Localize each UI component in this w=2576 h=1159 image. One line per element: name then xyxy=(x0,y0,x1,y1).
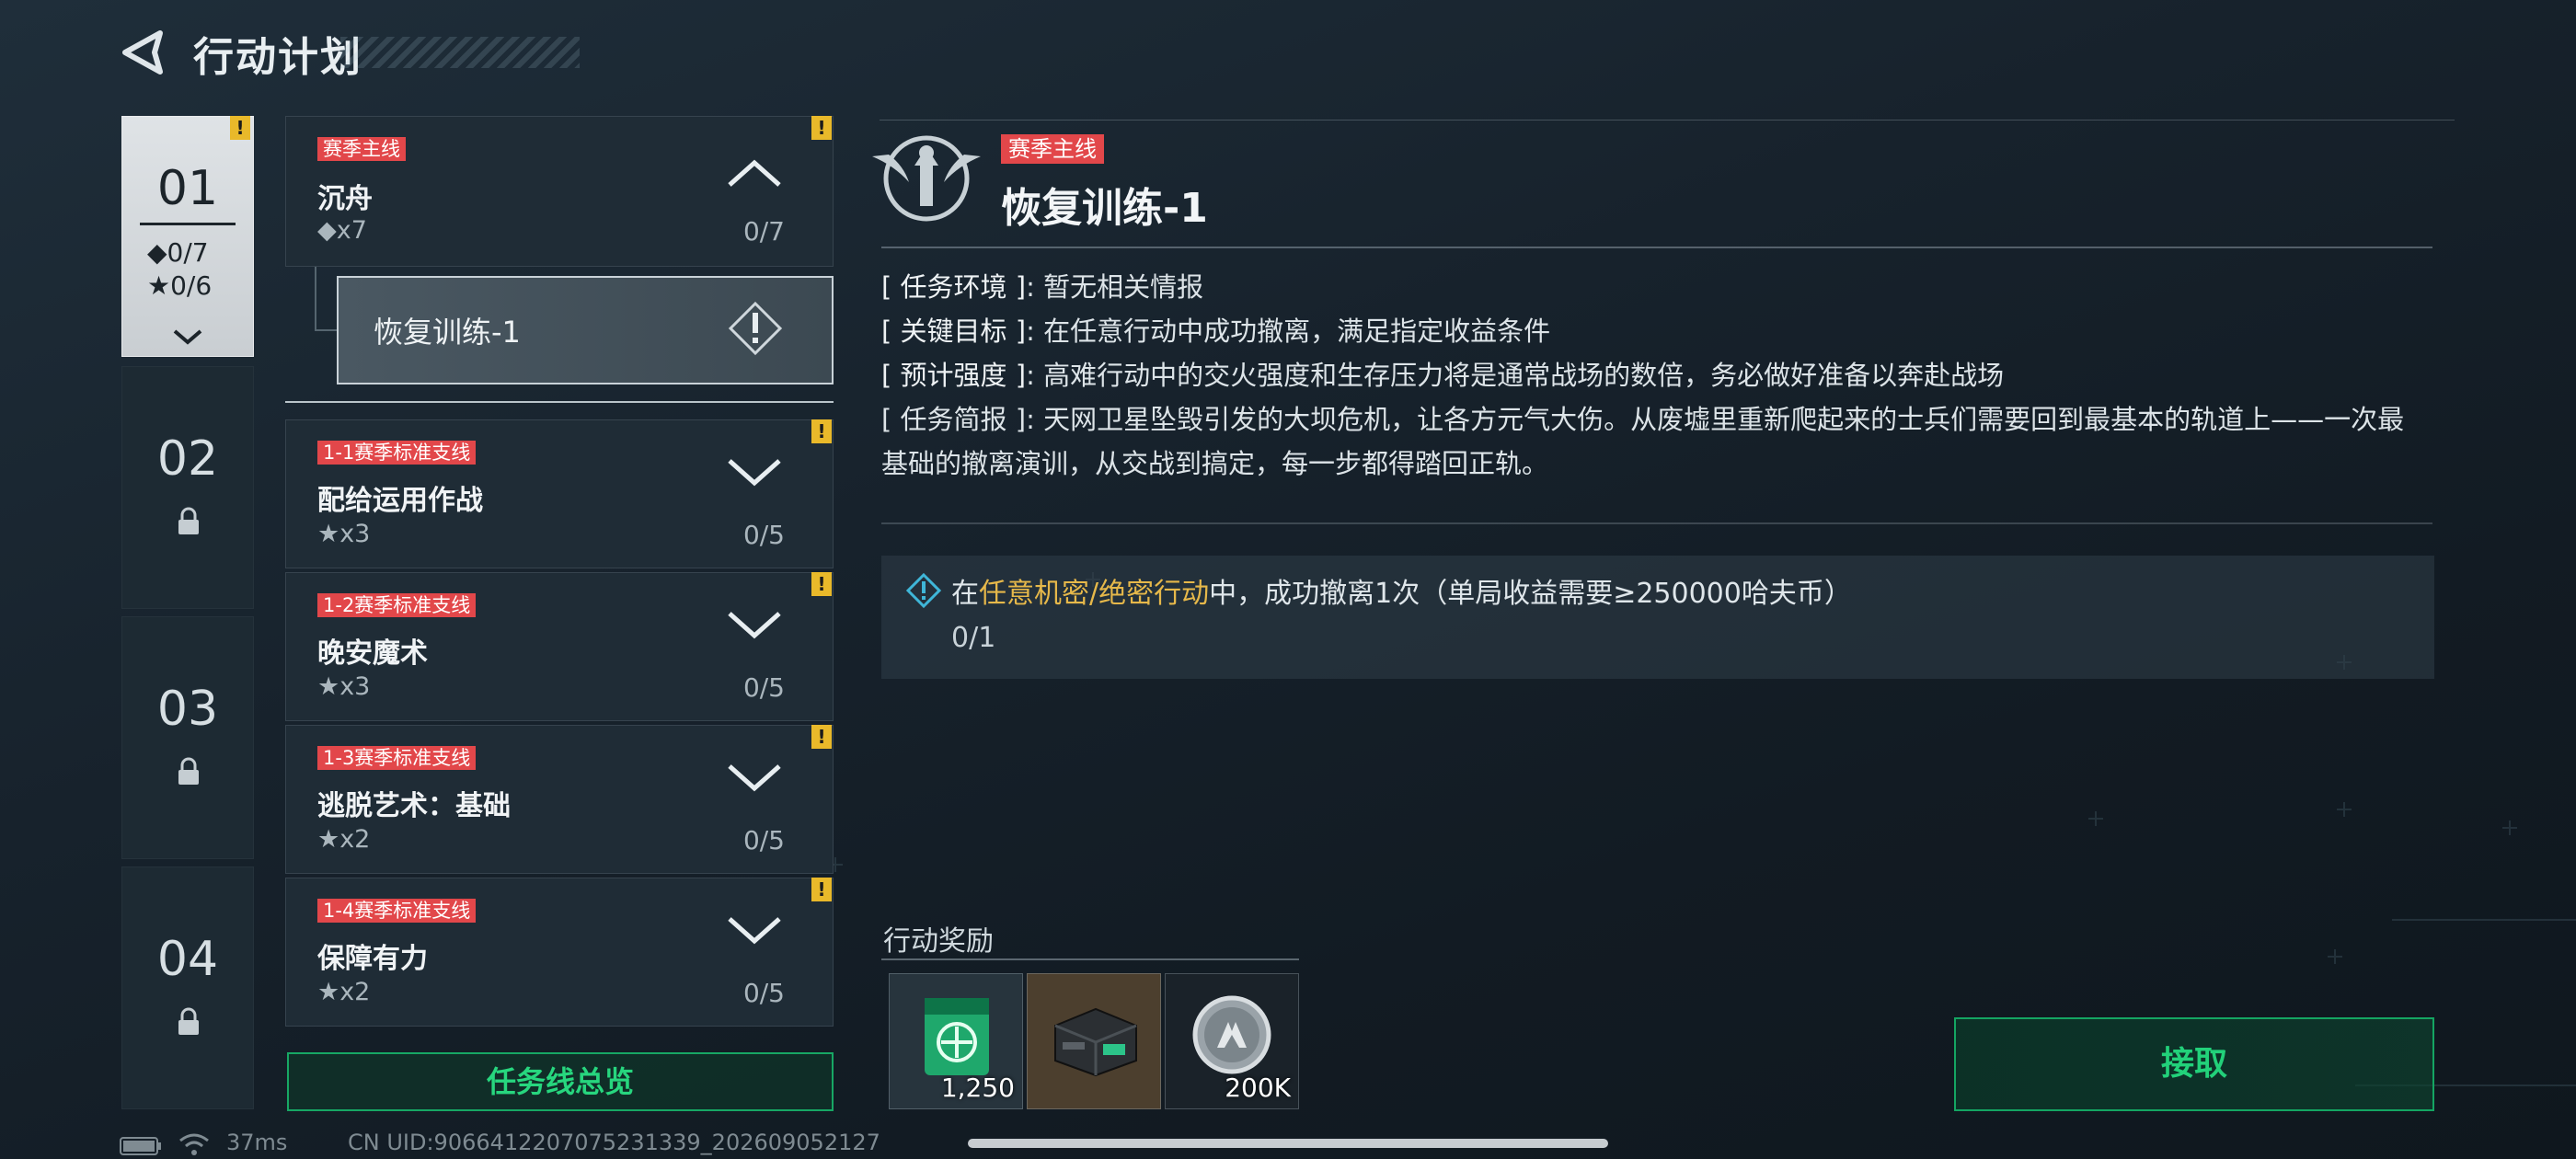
eagle-emblem-icon xyxy=(872,135,981,222)
page-title: 行动计划 xyxy=(193,34,362,81)
tree-connector xyxy=(315,267,339,331)
chapter-underline xyxy=(140,223,236,225)
chapter-tab-03[interactable]: 03 xyxy=(121,616,254,859)
quest-name: 沉舟 xyxy=(317,183,373,215)
chevron-down-icon xyxy=(173,329,202,345)
alert-flag-icon: ! xyxy=(811,116,832,140)
reward-count: 200K xyxy=(1225,1073,1291,1103)
detail-tag: 赛季主线 xyxy=(1001,134,1104,164)
chapter-star-progress: ★0/6 xyxy=(147,270,213,301)
quest-branch-1-2[interactable]: 1-2赛季标准支线 晚安魔术 ★x3 0/5 xyxy=(285,572,834,721)
info-intensity: [ 预计强度 ]: 高难行动中的交火强度和生存压力将是通常战场的数倍，务必做好准… xyxy=(881,353,2004,397)
battery-icon xyxy=(120,1137,161,1155)
quest-tag: 赛季主线 xyxy=(317,137,406,161)
reward-count: 1,250 xyxy=(940,1073,1015,1103)
lock-icon xyxy=(178,507,199,534)
chapter-tab-02[interactable]: 02 xyxy=(121,366,254,609)
chevron-down-icon[interactable] xyxy=(726,915,783,947)
list-separator xyxy=(285,401,834,403)
wifi-icon xyxy=(179,1133,209,1155)
chapter-diamond-progress: ◆0/7 xyxy=(147,237,209,268)
quest-count: ★x3 xyxy=(317,520,371,548)
chapter-number: 02 xyxy=(156,431,219,487)
home-indicator[interactable] xyxy=(968,1139,1608,1148)
ping-readout: 37ms xyxy=(226,1130,288,1155)
quest-progress: 0/7 xyxy=(742,216,785,247)
detail-divider xyxy=(881,247,2432,248)
info-key: [ 任务简报 ] xyxy=(881,404,1027,435)
user-uid: CN UID:9066412207075231339_202609052127 xyxy=(348,1130,880,1155)
info-value: : 高难行动中的交火强度和生存压力将是通常战场的数倍，务必做好准备以奔赴战场 xyxy=(1026,360,2005,391)
equipment-case-icon xyxy=(1054,1007,1137,1077)
objective-text: 在任意机密/绝密行动中，成功撤离1次（单局收益需要≥250000哈夫币） xyxy=(951,570,1852,611)
quest-main[interactable]: 赛季主线 沉舟 ◆x7 0/7 xyxy=(285,116,834,267)
quest-branch-1-1[interactable]: 1-1赛季标准支线 配给运用作战 ★x3 0/5 xyxy=(285,419,834,568)
quest-name: 晚安魔术 xyxy=(317,637,428,670)
chapter-number: 01 xyxy=(156,161,219,216)
info-environment: [ 任务环境 ]: 暂无相关情报 xyxy=(881,265,1203,309)
info-brief: [ 任务简报 ]: 天网卫星坠毁引发的大坝危机，让各方元气大伤。从废墟里重新爬起… xyxy=(881,397,2427,486)
quest-name: 逃脱艺术：基础 xyxy=(317,790,511,822)
info-goal: [ 关键目标 ]: 在任意行动中成功撤离，满足指定收益条件 xyxy=(881,309,1550,353)
info-value: : 在任意行动中成功撤离，满足指定收益条件 xyxy=(1026,316,1551,347)
objective-diamond-icon xyxy=(905,572,942,609)
chapter-number: 03 xyxy=(156,682,219,737)
reward-item-3[interactable]: 200K xyxy=(1165,973,1299,1109)
lock-icon xyxy=(178,1007,199,1035)
chevron-down-icon[interactable] xyxy=(726,457,783,488)
alert-flag-icon: ! xyxy=(811,572,832,596)
info-key: [ 关键目标 ] xyxy=(881,316,1027,347)
chevron-down-icon[interactable] xyxy=(726,763,783,794)
quest-tag: 1-4赛季标准支线 xyxy=(317,899,477,923)
reward-item-1[interactable]: 1,250 xyxy=(889,973,1023,1109)
quest-count: ★x2 xyxy=(317,978,371,1006)
chapter-number: 04 xyxy=(156,932,219,987)
haf-coin-icon xyxy=(1192,995,1271,1074)
alert-flag-icon: ! xyxy=(811,878,832,901)
exp-card-icon xyxy=(925,998,989,1075)
chevron-up-icon[interactable] xyxy=(726,157,783,189)
lock-icon xyxy=(178,757,199,785)
quest-count: ★x3 xyxy=(317,672,371,701)
quest-name: 配给运用作战 xyxy=(317,485,483,517)
sub-quest-label: 恢复训练-1 xyxy=(374,315,521,350)
title-decoration xyxy=(340,37,580,68)
quest-progress: 0/5 xyxy=(742,825,785,855)
quest-progress: 0/5 xyxy=(742,672,785,703)
objective-highlight: 任意机密/绝密行动 xyxy=(979,578,1210,610)
quest-count: ★x2 xyxy=(317,825,371,854)
quest-progress: 0/5 xyxy=(742,520,785,550)
quest-count: ◆x7 xyxy=(317,216,367,245)
detail-title: 恢复训练-1 xyxy=(1001,185,1208,232)
claim-button[interactable]: 接取 xyxy=(1954,1017,2434,1111)
questline-overview-button[interactable]: 任务线总览 xyxy=(287,1052,834,1111)
info-value: : 暂无相关情报 xyxy=(1026,271,1204,303)
alert-flag-icon: ! xyxy=(811,419,832,443)
objective-progress: 0/1 xyxy=(951,622,996,654)
chapter-tab-04[interactable]: 04 xyxy=(121,866,254,1109)
quest-branch-1-3[interactable]: 1-3赛季标准支线 逃脱艺术：基础 ★x2 0/5 xyxy=(285,725,834,874)
alert-diamond-icon xyxy=(728,301,783,356)
objective-suffix: 中，成功撤离1次（单局收益需要≥250000哈夫币） xyxy=(1209,578,1852,610)
chapter-tab-01[interactable]: 01 xyxy=(121,116,254,357)
chevron-down-icon[interactable] xyxy=(726,610,783,641)
detail-divider xyxy=(881,522,2432,524)
quest-progress: 0/5 xyxy=(742,978,785,1008)
objective-prefix: 在 xyxy=(951,578,979,610)
quest-tag: 1-1赛季标准支线 xyxy=(317,441,477,465)
alert-flag-icon: ! xyxy=(811,725,832,749)
quest-branch-1-4[interactable]: 1-4赛季标准支线 保障有力 ★x2 0/5 xyxy=(285,878,834,1027)
info-key: [ 预计强度 ] xyxy=(881,360,1027,391)
reward-item-2[interactable] xyxy=(1027,973,1161,1109)
quest-name: 保障有力 xyxy=(317,943,428,975)
quest-tag: 1-3赛季标准支线 xyxy=(317,746,477,770)
info-value: : 天网卫星坠毁引发的大坝危机，让各方元气大伤。从废墟里重新爬起来的士兵们需要回… xyxy=(881,404,2405,479)
quest-tag: 1-2赛季标准支线 xyxy=(317,593,477,617)
rewards-label: 行动奖励 xyxy=(883,925,994,958)
rewards-underline xyxy=(881,958,1299,960)
back-arrow-icon[interactable] xyxy=(118,28,166,77)
info-key: [ 任务环境 ] xyxy=(881,271,1027,303)
alert-flag-icon: ! xyxy=(230,116,250,140)
